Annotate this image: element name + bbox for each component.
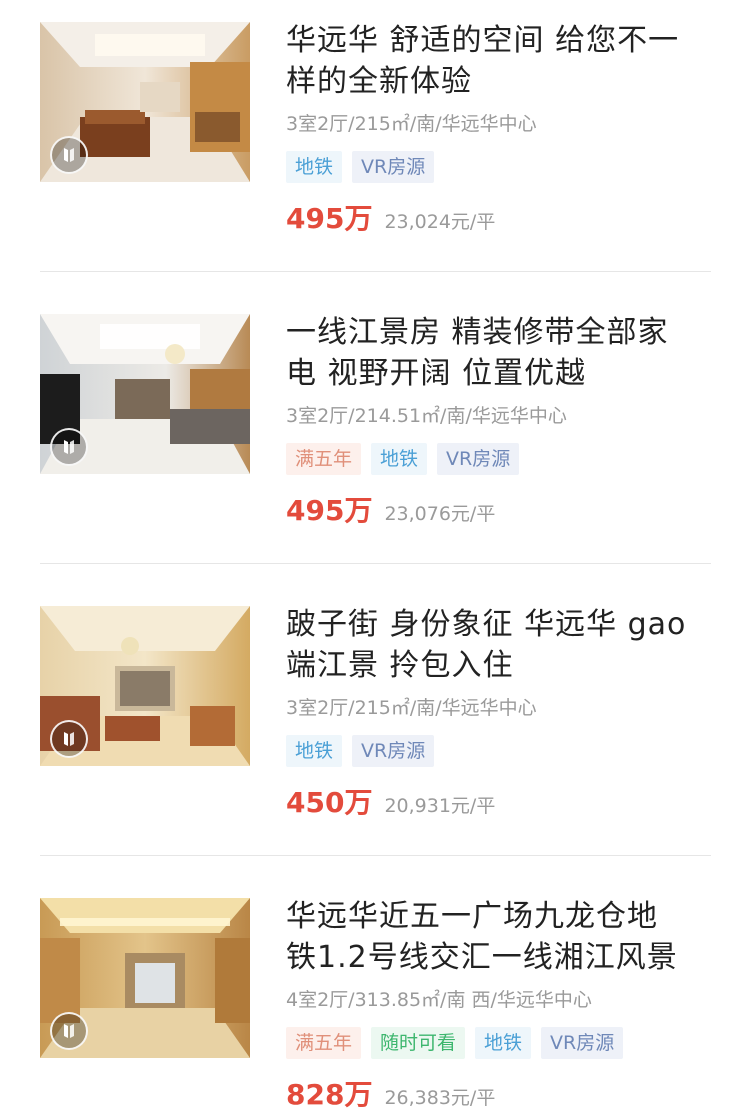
listing-photo[interactable] [40,314,250,474]
tag-vr: VR房源 [352,735,435,767]
vr-play-icon[interactable] [50,720,88,758]
listing-meta: 3室2厅/214.51㎡/南/华远华中心 [286,405,567,427]
listing-title-line: 样的全新体验 [286,64,472,99]
listing-info: 华远华近五一广场九龙仓地 铁1.2号线交汇一线湘江风景 4室2厅/313.85㎡… [286,896,716,1111]
total-price: 495万 [286,202,373,235]
listing-title[interactable]: 华远华近五一广场九龙仓地 铁1.2号线交汇一线湘江风景 [286,896,716,978]
tag-list: 地铁 VR房源 [286,151,716,183]
price-row: 828万 26,383元/平 [286,1073,716,1111]
listing-title[interactable]: 跛子街 身份象征 华远华 gao 端江景 拎包入住 [286,604,716,686]
total-price: 450万 [286,786,373,819]
listing-info: 华远华 舒适的空间 给您不一 样的全新体验 3室2厅/215㎡/南/华远华中心 … [286,20,716,235]
listing-photo[interactable] [40,606,250,766]
listing-card[interactable]: 一线江景房 精装修带全部家 电 视野开阔 位置优越 3室2厅/214.51㎡/南… [0,292,749,584]
tag-subway: 地铁 [475,1027,532,1059]
tag-list: 满五年 地铁 VR房源 [286,443,716,475]
price-row: 450万 20,931元/平 [286,781,716,819]
listing-info: 一线江景房 精装修带全部家 电 视野开阔 位置优越 3室2厅/214.51㎡/南… [286,312,716,527]
listing-card[interactable]: 华远华近五一广场九龙仓地 铁1.2号线交汇一线湘江风景 4室2厅/313.85㎡… [0,876,749,1119]
tag-five-years: 满五年 [286,1027,362,1059]
listing-title[interactable]: 一线江景房 精装修带全部家 电 视野开阔 位置优越 [286,312,716,394]
listing-card[interactable]: 跛子街 身份象征 华远华 gao 端江景 拎包入住 3室2厅/215㎡/南/华远… [0,584,749,876]
listing-meta: 3室2厅/215㎡/南/华远华中心 [286,113,537,135]
tag-anytime-viewing: 随时可看 [371,1027,466,1059]
divider [40,855,711,856]
listing-title-line: 华远华近五一广场九龙仓地 [286,899,658,934]
listing-card[interactable]: 华远华 舒适的空间 给您不一 样的全新体验 3室2厅/215㎡/南/华远华中心 … [0,0,749,292]
divider [40,563,711,564]
listing-info: 跛子街 身份象征 华远华 gao 端江景 拎包入住 3室2厅/215㎡/南/华远… [286,604,716,819]
listing-title-line: 铁1.2号线交汇一线湘江风景 [286,940,678,975]
unit-price: 23,076元/平 [384,503,496,525]
unit-price: 23,024元/平 [384,211,496,233]
total-price: 828万 [286,1078,373,1111]
vr-play-icon[interactable] [50,136,88,174]
listing-title-line: 一线江景房 精装修带全部家 [286,315,669,350]
listing-title-line: 端江景 拎包入住 [286,648,514,683]
tag-subway: 地铁 [286,151,343,183]
listing-photo[interactable] [40,898,250,1058]
unit-price: 26,383元/平 [384,1087,496,1109]
price-row: 495万 23,024元/平 [286,197,716,235]
tag-list: 满五年 随时可看 地铁 VR房源 [286,1027,716,1059]
tag-vr: VR房源 [437,443,520,475]
tag-subway: 地铁 [286,735,343,767]
listing-photo[interactable] [40,22,250,182]
tag-five-years: 满五年 [286,443,362,475]
divider [40,271,711,272]
listing-title-line: 华远华 舒适的空间 给您不一 [286,23,680,58]
unit-price: 20,931元/平 [384,795,496,817]
total-price: 495万 [286,494,373,527]
listing-meta: 3室2厅/215㎡/南/华远华中心 [286,697,537,719]
vr-play-icon[interactable] [50,428,88,466]
listing-title-line: 电 视野开阔 位置优越 [286,356,587,391]
tag-vr: VR房源 [541,1027,624,1059]
listing-meta: 4室2厅/313.85㎡/南 西/华远华中心 [286,989,592,1011]
tag-vr: VR房源 [352,151,435,183]
tag-list: 地铁 VR房源 [286,735,716,767]
vr-play-icon[interactable] [50,1012,88,1050]
tag-subway: 地铁 [371,443,428,475]
listing-title-line: 跛子街 身份象征 华远华 gao [286,607,687,642]
listing-list: 华远华 舒适的空间 给您不一 样的全新体验 3室2厅/215㎡/南/华远华中心 … [0,0,749,1119]
listing-title[interactable]: 华远华 舒适的空间 给您不一 样的全新体验 [286,20,716,102]
price-row: 495万 23,076元/平 [286,489,716,527]
